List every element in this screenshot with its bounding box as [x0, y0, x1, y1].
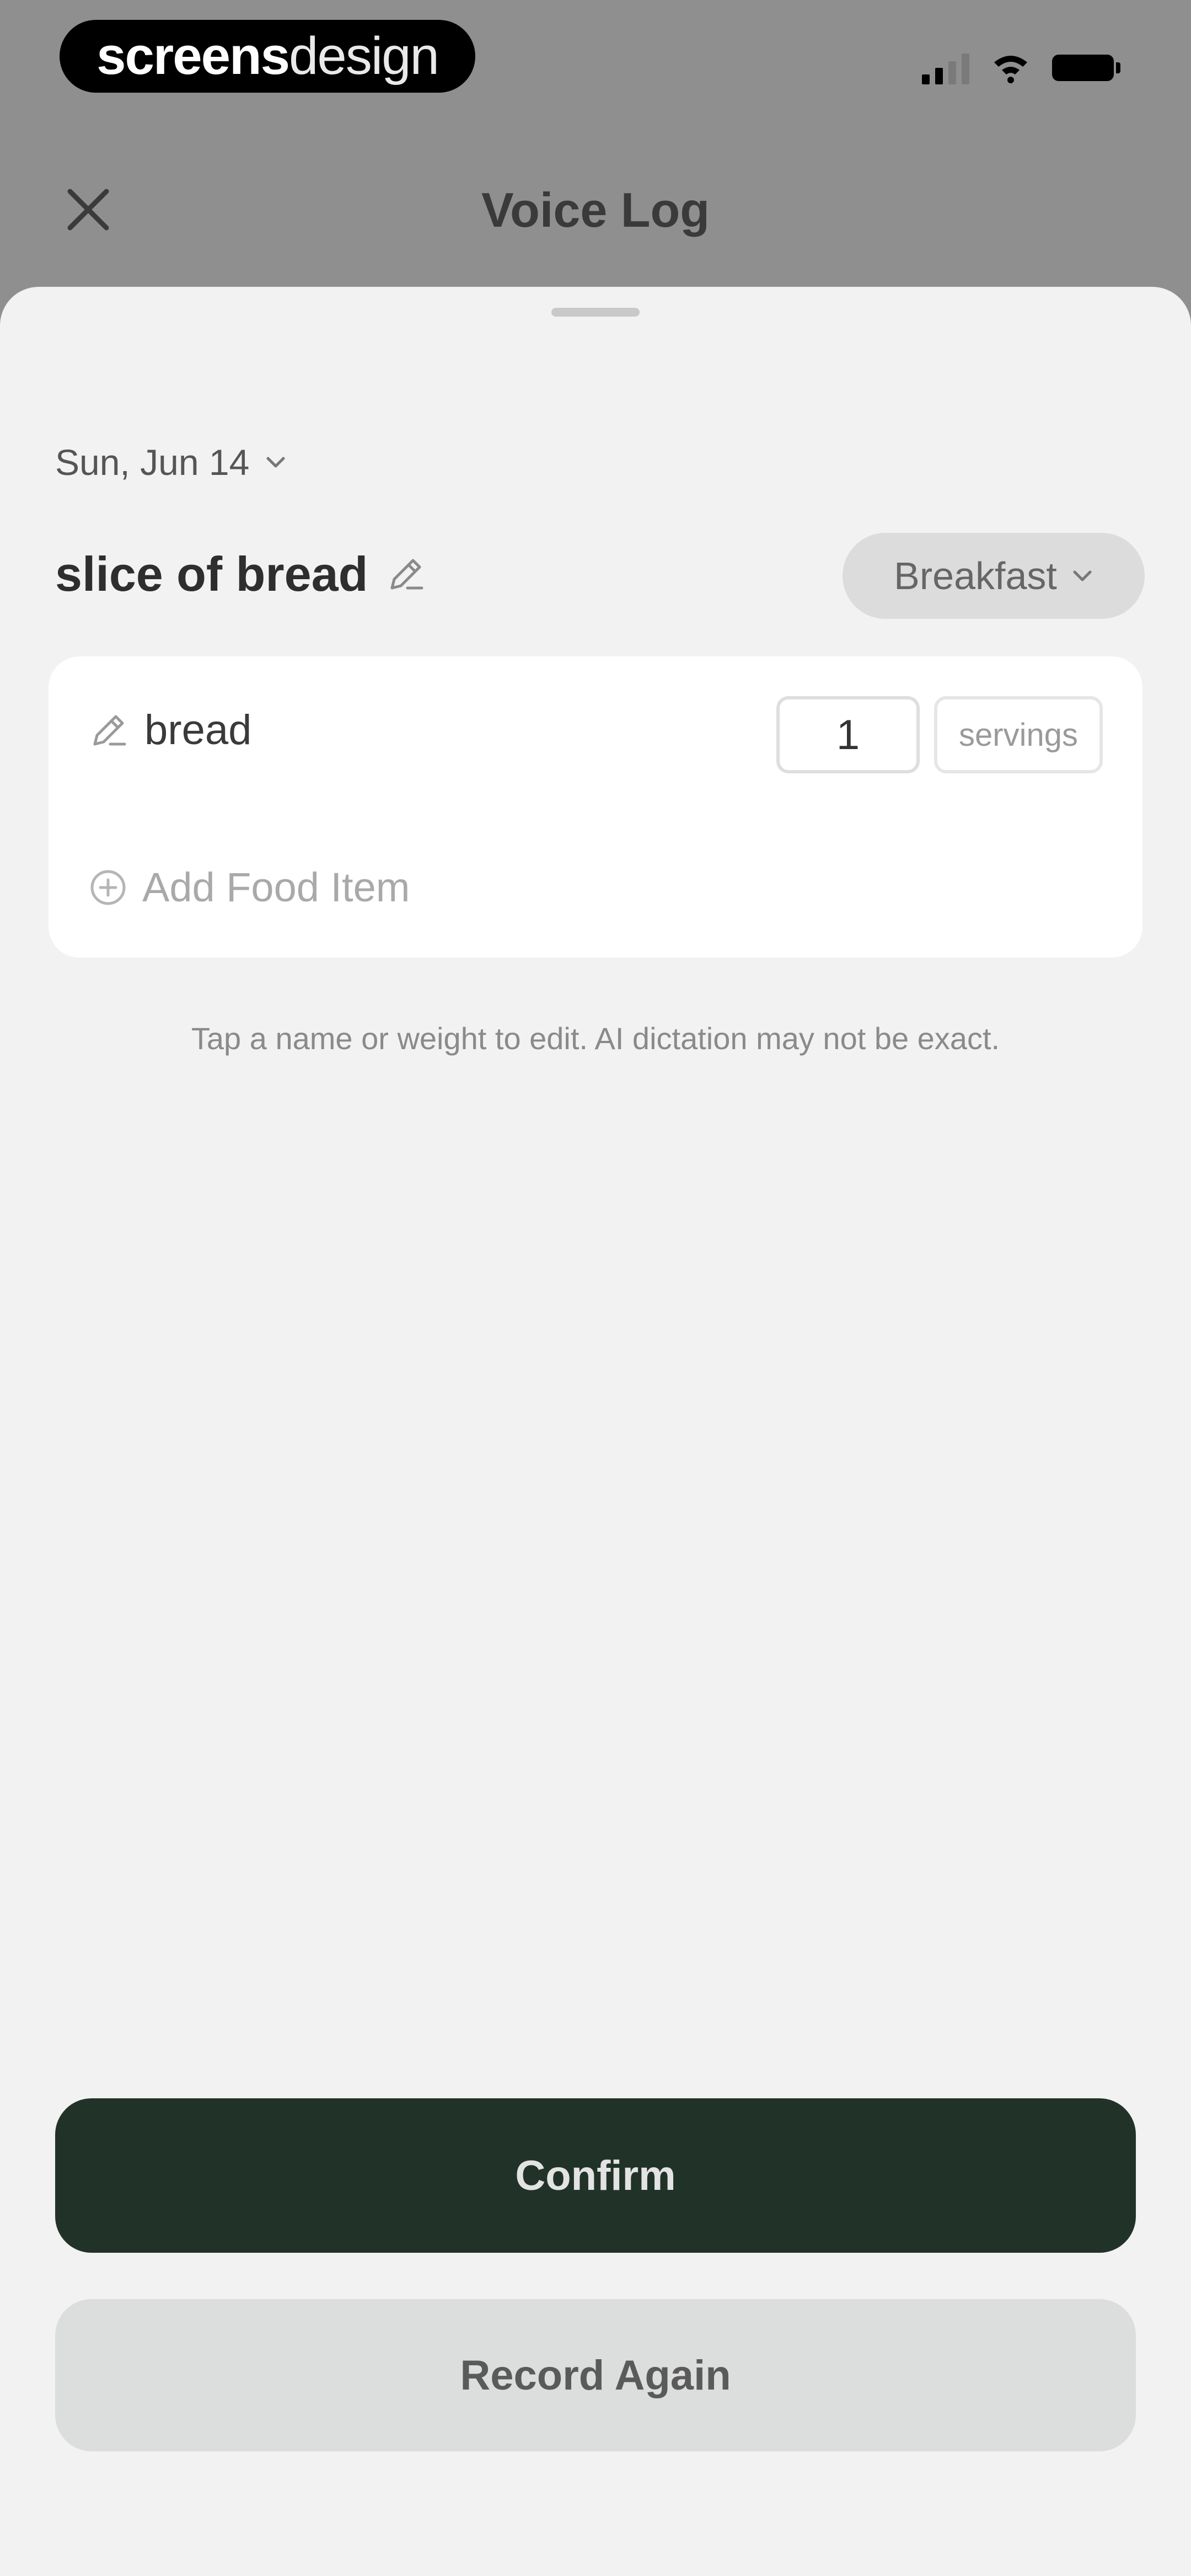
meal-title[interactable]: slice of bread — [55, 546, 368, 602]
unit-selector[interactable]: servings — [934, 696, 1103, 773]
hint-text: Tap a name or weight to edit. AI dictati… — [191, 1021, 1000, 1056]
battery-icon — [1052, 55, 1120, 81]
page-title: Voice Log — [481, 183, 710, 237]
add-food-item-label: Add Food Item — [142, 864, 410, 910]
cellular-signal-icon — [922, 51, 969, 84]
brand-bold-text: screens — [96, 26, 290, 85]
add-circle-icon — [90, 870, 126, 905]
date-label: Sun, Jun 14 — [55, 442, 250, 483]
add-food-item-button[interactable]: Add Food Item — [88, 864, 410, 911]
food-item-row[interactable]: bread — [88, 706, 251, 754]
confirm-button[interactable]: Confirm — [55, 2098, 1136, 2253]
status-icons — [922, 49, 1120, 87]
chevron-down-icon — [1073, 570, 1092, 581]
edit-pencil-icon[interactable] — [88, 710, 129, 751]
date-selector[interactable]: Sun, Jun 14 — [55, 441, 287, 483]
food-item-name[interactable]: bread — [144, 706, 251, 754]
record-again-button[interactable]: Record Again — [55, 2299, 1136, 2451]
brand-light-text: design — [289, 26, 439, 85]
sheet-grabber[interactable] — [551, 308, 640, 317]
chevron-down-icon — [266, 457, 285, 468]
wifi-icon — [994, 56, 1027, 83]
quantity-input[interactable]: 1 — [776, 696, 920, 773]
edit-pencil-icon[interactable] — [385, 554, 426, 595]
meal-title-row[interactable]: slice of bread — [55, 546, 426, 602]
meal-type-dropdown[interactable]: Breakfast — [843, 533, 1145, 619]
meal-type-label: Breakfast — [894, 554, 1057, 597]
screensdesign-logo: screens design — [60, 20, 475, 93]
